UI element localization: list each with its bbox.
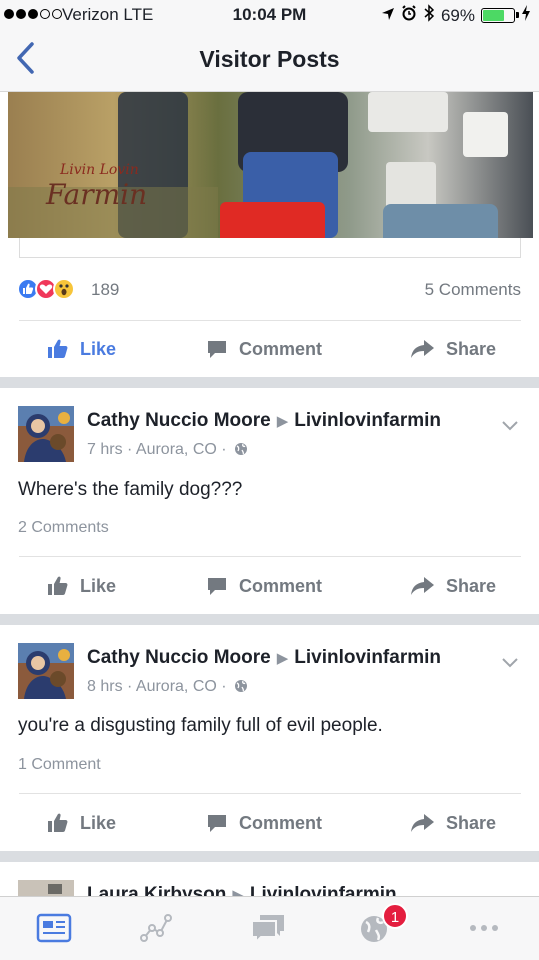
like-label: Like xyxy=(80,575,117,596)
globe-icon xyxy=(234,442,248,461)
thumbs-up-icon xyxy=(48,576,68,595)
chevron-down-icon xyxy=(502,658,518,668)
post-meta: 8 hrs · Aurora, CO · xyxy=(87,678,248,698)
battery-percent: 69% xyxy=(440,5,475,25)
status-bar: Verizon LTE 10:04 PM 69% xyxy=(0,0,539,30)
post-timestamp-location[interactable]: 7 hrs · Aurora, CO · xyxy=(87,441,227,458)
comments-count-link[interactable]: 1 Comment xyxy=(18,756,101,774)
comment-button[interactable]: Comment xyxy=(205,563,322,609)
avatar[interactable] xyxy=(18,880,74,896)
comment-label: Comment xyxy=(239,575,323,596)
like-label: Like xyxy=(80,338,117,359)
post-options-chevron[interactable] xyxy=(499,414,521,436)
charging-icon xyxy=(521,5,531,26)
page-name-link[interactable]: Livinlovinfarmin xyxy=(294,410,441,431)
author-name-link[interactable]: Cathy Nuccio Moore xyxy=(87,410,271,431)
chevron-down-icon xyxy=(502,421,518,431)
post-author-line: Laura Kirbyson ▶ Livinlovinfarmin xyxy=(87,884,397,896)
share-arrow-icon xyxy=(411,340,434,358)
tab-news-feed[interactable] xyxy=(36,913,76,947)
post-separator xyxy=(0,851,539,862)
tab-messages[interactable] xyxy=(250,913,290,947)
messages-icon xyxy=(251,915,284,945)
logo-line-1: Livin Lovin xyxy=(60,162,139,178)
location-icon xyxy=(381,6,395,26)
shared-card-border xyxy=(19,238,521,258)
post-image[interactable]: Livin Lovin Farmin xyxy=(8,92,533,238)
post-text: Where's the family dog??? xyxy=(18,479,243,500)
farm-logo: Livin Lovin Farmin xyxy=(46,162,147,211)
navigation-bar: Visitor Posts xyxy=(0,30,539,92)
reaction-summary[interactable]: 189 5 Comments xyxy=(17,276,521,304)
comment-button[interactable]: Comment xyxy=(205,800,322,846)
share-button[interactable]: Share xyxy=(410,800,496,846)
more-icon xyxy=(470,925,498,931)
like-button[interactable]: Like xyxy=(46,326,116,372)
post-action-bar: Like Comment Share xyxy=(0,563,539,609)
post-action-bar: Like Comment Share xyxy=(0,800,539,846)
tab-activity[interactable] xyxy=(140,913,180,947)
comments-count-link[interactable]: 2 Comments xyxy=(18,519,109,537)
divider xyxy=(19,793,521,794)
post-action-bar: Like Comment Share xyxy=(0,326,539,372)
battery-level-fill xyxy=(483,10,504,21)
page-title: Visitor Posts xyxy=(199,46,340,72)
post-text: you're a disgusting family full of evil … xyxy=(18,715,383,736)
reaction-count: 189 xyxy=(91,280,120,299)
activity-icon xyxy=(140,914,172,942)
post-timestamp-location[interactable]: 8 hrs · Aurora, CO · xyxy=(87,678,227,695)
comment-button[interactable]: Comment xyxy=(205,326,322,372)
like-button[interactable]: Like xyxy=(46,563,116,609)
divider xyxy=(19,320,521,321)
share-arrow-icon xyxy=(411,814,434,832)
thumbs-up-icon xyxy=(48,813,68,832)
comment-icon xyxy=(208,815,226,832)
page-name-link[interactable]: Livinlovinfarmin xyxy=(250,884,397,896)
comments-count-link[interactable]: 5 Comments xyxy=(425,280,521,300)
like-label: Like xyxy=(80,812,117,833)
news-feed-icon xyxy=(36,913,72,943)
share-label: Share xyxy=(446,338,497,359)
post-author-line: Cathy Nuccio Moore ▶ Livinlovinfarmin xyxy=(87,410,441,432)
notification-badge: 1 xyxy=(382,903,408,929)
tab-more[interactable] xyxy=(466,913,506,947)
share-arrow-icon xyxy=(411,577,434,595)
battery-icon xyxy=(481,8,519,23)
tab-bar: 1 xyxy=(0,896,539,960)
page-name-link[interactable]: Livinlovinfarmin xyxy=(294,647,441,668)
post-meta: 7 hrs · Aurora, CO · xyxy=(87,441,248,461)
thumbs-up-icon xyxy=(48,339,68,358)
globe-icon xyxy=(234,679,248,698)
avatar[interactable] xyxy=(18,406,74,462)
avatar[interactable] xyxy=(18,643,74,699)
share-label: Share xyxy=(446,575,497,596)
wow-reaction-icon xyxy=(53,278,75,300)
comment-icon xyxy=(208,341,226,358)
post-separator xyxy=(0,614,539,625)
share-button[interactable]: Share xyxy=(410,563,496,609)
comment-icon xyxy=(208,578,226,595)
share-label: Share xyxy=(446,812,497,833)
post-author-line: Cathy Nuccio Moore ▶ Livinlovinfarmin xyxy=(87,647,441,669)
arrow-right-icon: ▶ xyxy=(276,650,289,667)
author-name-link[interactable]: Laura Kirbyson xyxy=(87,884,226,896)
like-button[interactable]: Like xyxy=(46,800,116,846)
bluetooth-icon xyxy=(423,4,435,27)
arrow-right-icon: ▶ xyxy=(232,887,244,896)
author-name-link[interactable]: Cathy Nuccio Moore xyxy=(87,647,271,668)
comment-label: Comment xyxy=(239,812,323,833)
post-options-chevron[interactable] xyxy=(499,651,521,673)
arrow-right-icon: ▶ xyxy=(276,413,289,430)
alarm-icon xyxy=(401,5,417,26)
divider xyxy=(19,556,521,557)
comment-label: Comment xyxy=(239,338,323,359)
logo-line-2: Farmin xyxy=(46,178,148,211)
post-separator xyxy=(0,377,539,388)
share-button[interactable]: Share xyxy=(410,326,496,372)
